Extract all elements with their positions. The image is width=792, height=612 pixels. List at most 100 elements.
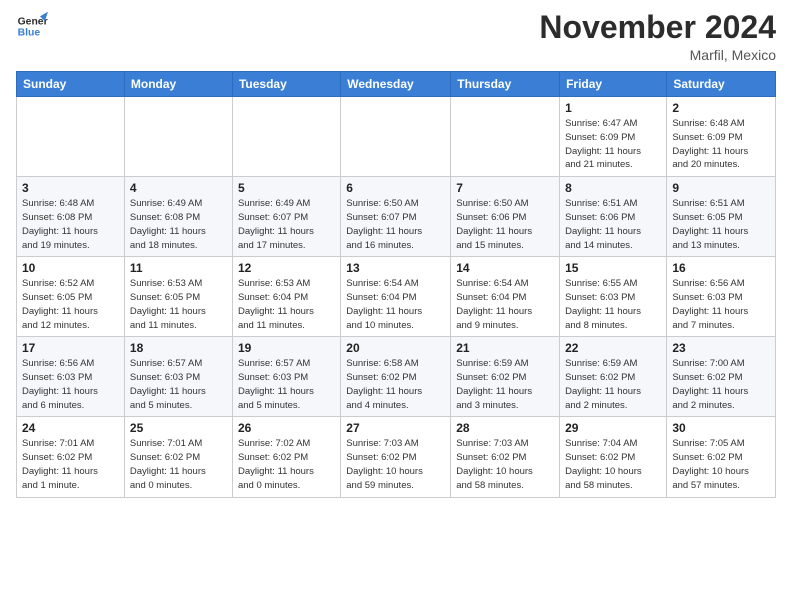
day-info: Sunrise: 7:01 AMSunset: 6:02 PMDaylight:… bbox=[130, 437, 227, 492]
cell-w1-d3 bbox=[232, 97, 340, 177]
day-number: 28 bbox=[456, 421, 554, 435]
day-info: Sunrise: 6:49 AMSunset: 6:08 PMDaylight:… bbox=[130, 197, 227, 252]
cell-w3-d1: 10Sunrise: 6:52 AMSunset: 6:05 PMDayligh… bbox=[17, 257, 125, 337]
day-number: 2 bbox=[672, 101, 770, 115]
week-row-1: 1 Sunrise: 6:47 AMSunset: 6:09 PMDaylight… bbox=[17, 97, 776, 177]
day-number: 30 bbox=[672, 421, 770, 435]
day-number: 15 bbox=[565, 261, 661, 275]
cell-w2-d4: 6 Sunrise: 6:50 AMSunset: 6:07 PMDaylight… bbox=[341, 177, 451, 257]
location: Marfil, Mexico bbox=[539, 47, 776, 63]
title-block: November 2024 Marfil, Mexico bbox=[539, 10, 776, 63]
day-info: Sunrise: 6:53 AMSunset: 6:05 PMDaylight:… bbox=[130, 277, 227, 332]
col-wednesday: Wednesday bbox=[341, 72, 451, 97]
cell-w3-d4: 13 Sunrise: 6:54 AMSunset: 6:04 PMDayligh… bbox=[341, 257, 451, 337]
day-info: Sunrise: 6:53 AMSunset: 6:04 PMDaylight:… bbox=[238, 277, 335, 332]
day-number: 8 bbox=[565, 181, 661, 195]
cell-w4-d5: 21 Sunrise: 6:59 AMSunset: 6:02 PMDayligh… bbox=[451, 337, 560, 417]
day-number: 23 bbox=[672, 341, 770, 355]
logo: General Blue bbox=[16, 10, 48, 42]
day-info: Sunrise: 6:56 AMSunset: 6:03 PMDaylight:… bbox=[22, 357, 119, 412]
day-info: Sunrise: 6:58 AMSunset: 6:02 PMDaylight:… bbox=[346, 357, 445, 412]
cell-w1-d5 bbox=[451, 97, 560, 177]
col-friday: Friday bbox=[560, 72, 667, 97]
day-number: 18 bbox=[130, 341, 227, 355]
header: General Blue November 2024 Marfil, Mexic… bbox=[16, 10, 776, 63]
day-info: Sunrise: 7:02 AMSunset: 6:02 PMDaylight:… bbox=[238, 437, 335, 492]
col-thursday: Thursday bbox=[451, 72, 560, 97]
day-number: 19 bbox=[238, 341, 335, 355]
cell-w5-d3: 26 Sunrise: 7:02 AMSunset: 6:02 PMDayligh… bbox=[232, 417, 340, 497]
day-number: 7 bbox=[456, 181, 554, 195]
day-info: Sunrise: 6:56 AMSunset: 6:03 PMDaylight:… bbox=[672, 277, 770, 332]
cell-w4-d7: 23Sunrise: 7:00 AMSunset: 6:02 PMDayligh… bbox=[667, 337, 776, 417]
day-info: Sunrise: 6:59 AMSunset: 6:02 PMDaylight:… bbox=[565, 357, 661, 412]
cell-w5-d2: 25 Sunrise: 7:01 AMSunset: 6:02 PMDayligh… bbox=[124, 417, 232, 497]
cell-w5-d4: 27 Sunrise: 7:03 AMSunset: 6:02 PMDayligh… bbox=[341, 417, 451, 497]
day-number: 24 bbox=[22, 421, 119, 435]
week-row-2: 3 Sunrise: 6:48 AMSunset: 6:08 PMDaylight… bbox=[17, 177, 776, 257]
day-number: 1 bbox=[565, 101, 661, 115]
day-info: Sunrise: 6:48 AMSunset: 6:08 PMDaylight:… bbox=[22, 197, 119, 252]
day-info: Sunrise: 6:54 AMSunset: 6:04 PMDaylight:… bbox=[456, 277, 554, 332]
day-info: Sunrise: 6:57 AMSunset: 6:03 PMDaylight:… bbox=[130, 357, 227, 412]
cell-w1-d6: 1 Sunrise: 6:47 AMSunset: 6:09 PMDaylight… bbox=[560, 97, 667, 177]
cell-w4-d1: 17 Sunrise: 6:56 AMSunset: 6:03 PMDayligh… bbox=[17, 337, 125, 417]
cell-w1-d2 bbox=[124, 97, 232, 177]
day-number: 21 bbox=[456, 341, 554, 355]
day-info: Sunrise: 6:57 AMSunset: 6:03 PMDaylight:… bbox=[238, 357, 335, 412]
day-info: Sunrise: 6:49 AMSunset: 6:07 PMDaylight:… bbox=[238, 197, 335, 252]
cell-w2-d3: 5Sunrise: 6:49 AMSunset: 6:07 PMDaylight… bbox=[232, 177, 340, 257]
cell-w2-d7: 9Sunrise: 6:51 AMSunset: 6:05 PMDaylight… bbox=[667, 177, 776, 257]
day-info: Sunrise: 6:50 AMSunset: 6:07 PMDaylight:… bbox=[346, 197, 445, 252]
day-number: 13 bbox=[346, 261, 445, 275]
week-row-5: 24 Sunrise: 7:01 AMSunset: 6:02 PMDayligh… bbox=[17, 417, 776, 497]
cell-w5-d5: 28 Sunrise: 7:03 AMSunset: 6:02 PMDayligh… bbox=[451, 417, 560, 497]
day-info: Sunrise: 6:50 AMSunset: 6:06 PMDaylight:… bbox=[456, 197, 554, 252]
day-info: Sunrise: 7:04 AMSunset: 6:02 PMDaylight:… bbox=[565, 437, 661, 492]
cell-w4-d4: 20 Sunrise: 6:58 AMSunset: 6:02 PMDayligh… bbox=[341, 337, 451, 417]
day-info: Sunrise: 7:05 AMSunset: 6:02 PMDaylight:… bbox=[672, 437, 770, 492]
day-number: 16 bbox=[672, 261, 770, 275]
day-number: 12 bbox=[238, 261, 335, 275]
cell-w4-d6: 22 Sunrise: 6:59 AMSunset: 6:02 PMDayligh… bbox=[560, 337, 667, 417]
day-info: Sunrise: 7:01 AMSunset: 6:02 PMDaylight:… bbox=[22, 437, 119, 492]
cell-w1-d4 bbox=[341, 97, 451, 177]
day-number: 6 bbox=[346, 181, 445, 195]
cell-w2-d6: 8 Sunrise: 6:51 AMSunset: 6:06 PMDaylight… bbox=[560, 177, 667, 257]
cell-w5-d1: 24 Sunrise: 7:01 AMSunset: 6:02 PMDayligh… bbox=[17, 417, 125, 497]
day-number: 20 bbox=[346, 341, 445, 355]
day-info: Sunrise: 6:51 AMSunset: 6:06 PMDaylight:… bbox=[565, 197, 661, 252]
day-number: 22 bbox=[565, 341, 661, 355]
day-number: 25 bbox=[130, 421, 227, 435]
day-number: 29 bbox=[565, 421, 661, 435]
month-title: November 2024 bbox=[539, 10, 776, 45]
cell-w4-d3: 19 Sunrise: 6:57 AMSunset: 6:03 PMDayligh… bbox=[232, 337, 340, 417]
calendar: Sunday Monday Tuesday Wednesday Thursday… bbox=[16, 71, 776, 497]
svg-text:Blue: Blue bbox=[18, 28, 41, 39]
day-number: 10 bbox=[22, 261, 119, 275]
day-info: Sunrise: 6:47 AMSunset: 6:09 PMDaylight:… bbox=[565, 117, 661, 172]
col-tuesday: Tuesday bbox=[232, 72, 340, 97]
cell-w3-d6: 15Sunrise: 6:55 AMSunset: 6:03 PMDayligh… bbox=[560, 257, 667, 337]
day-info: Sunrise: 7:03 AMSunset: 6:02 PMDaylight:… bbox=[456, 437, 554, 492]
day-number: 3 bbox=[22, 181, 119, 195]
cell-w2-d1: 3 Sunrise: 6:48 AMSunset: 6:08 PMDaylight… bbox=[17, 177, 125, 257]
day-info: Sunrise: 7:03 AMSunset: 6:02 PMDaylight:… bbox=[346, 437, 445, 492]
col-monday: Monday bbox=[124, 72, 232, 97]
day-info: Sunrise: 6:59 AMSunset: 6:02 PMDaylight:… bbox=[456, 357, 554, 412]
day-info: Sunrise: 6:48 AMSunset: 6:09 PMDaylight:… bbox=[672, 117, 770, 172]
day-number: 9 bbox=[672, 181, 770, 195]
cell-w5-d7: 30 Sunrise: 7:05 AMSunset: 6:02 PMDayligh… bbox=[667, 417, 776, 497]
week-row-3: 10Sunrise: 6:52 AMSunset: 6:05 PMDayligh… bbox=[17, 257, 776, 337]
page: General Blue November 2024 Marfil, Mexic… bbox=[0, 0, 792, 612]
day-number: 17 bbox=[22, 341, 119, 355]
col-sunday: Sunday bbox=[17, 72, 125, 97]
day-number: 11 bbox=[130, 261, 227, 275]
day-number: 26 bbox=[238, 421, 335, 435]
day-number: 27 bbox=[346, 421, 445, 435]
cell-w1-d7: 2 Sunrise: 6:48 AMSunset: 6:09 PMDaylight… bbox=[667, 97, 776, 177]
cell-w3-d3: 12 Sunrise: 6:53 AMSunset: 6:04 PMDayligh… bbox=[232, 257, 340, 337]
day-info: Sunrise: 6:54 AMSunset: 6:04 PMDaylight:… bbox=[346, 277, 445, 332]
day-number: 14 bbox=[456, 261, 554, 275]
logo-icon: General Blue bbox=[16, 10, 48, 42]
